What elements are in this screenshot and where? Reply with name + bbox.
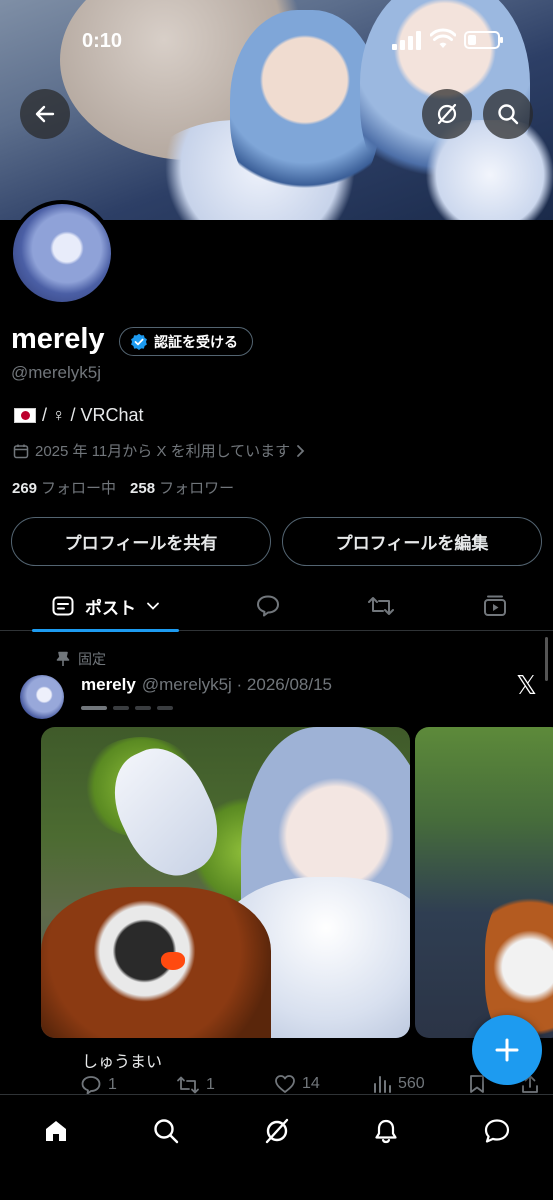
nav-search[interactable] (146, 1111, 186, 1151)
nav-search-icon (154, 1119, 179, 1144)
pinned-label: 固定 (78, 651, 106, 667)
profile-tabs: ポスト (0, 581, 553, 632)
profile-bio: / ♀ / VRChat (14, 405, 144, 426)
post-author-avatar[interactable] (20, 675, 64, 719)
nav-grok-icon (265, 1118, 289, 1144)
search-icon (498, 104, 519, 125)
joined-text: 2025 年 11月から X を利用しています (35, 443, 291, 460)
followers-label: フォロワー (159, 480, 235, 497)
chevron-right-icon (297, 444, 305, 457)
home-icon (46, 1121, 66, 1141)
repost-icon (368, 597, 394, 615)
repost-count: 1 (206, 1076, 215, 1093)
x-logo-icon: 𝕏 (516, 671, 537, 701)
like-count: 14 (302, 1075, 320, 1092)
tab-reposts[interactable] (356, 581, 406, 631)
heart-icon (275, 1075, 295, 1093)
status-bar: 0:10 (0, 0, 553, 80)
battery-icon (464, 31, 503, 49)
tab-media[interactable] (470, 581, 520, 631)
post-media-image-1[interactable] (41, 727, 410, 1038)
media-page-indicator (81, 706, 173, 710)
followers-link[interactable]: 258 フォロワー (130, 477, 234, 498)
following-link[interactable]: 269 フォロー中 (12, 477, 116, 498)
post-header: merely @merelyk5j · 2026/08/15 (81, 675, 332, 695)
profile-name: merely (11, 323, 105, 355)
reply-button[interactable]: 1 (80, 1074, 117, 1096)
edit-profile-button[interactable]: プロフィールを編集 (282, 517, 542, 566)
profile-handle: @merelyk5j (11, 363, 101, 382)
back-button[interactable] (20, 89, 70, 139)
reply-icon (81, 1076, 101, 1095)
grok-button[interactable] (422, 89, 472, 139)
profile-avatar[interactable] (9, 200, 115, 306)
following-label: フォロー中 (41, 480, 117, 497)
repost-button[interactable]: 1 (176, 1074, 215, 1096)
nav-grok[interactable] (257, 1111, 297, 1151)
following-count: 269 (12, 480, 38, 497)
compose-button[interactable] (472, 1015, 542, 1085)
scrollbar[interactable] (545, 637, 548, 681)
tab-posts-label: ポスト (85, 598, 136, 618)
posts-icon (52, 596, 74, 616)
grok-icon (437, 103, 457, 125)
tab-replies[interactable] (243, 581, 293, 631)
japan-flag-icon (14, 408, 36, 423)
cellular-signal-icon (392, 30, 422, 50)
search-button[interactable] (483, 89, 533, 139)
nav-messages[interactable] (477, 1111, 517, 1151)
reply-count: 1 (108, 1076, 117, 1093)
post-author-name[interactable]: merely (81, 675, 136, 695)
calendar-icon (13, 444, 29, 458)
pinned-indicator: 固定 (56, 649, 106, 669)
bio-text: / ♀ / VRChat (42, 405, 144, 425)
share-profile-button[interactable]: プロフィールを共有 (11, 517, 271, 566)
verified-badge-icon (131, 333, 147, 350)
nav-notifications[interactable] (366, 1111, 406, 1151)
tab-posts[interactable]: ポスト (32, 581, 179, 632)
video-media-icon (484, 595, 506, 616)
bell-icon (375, 1119, 397, 1144)
bookmark-icon (470, 1075, 484, 1093)
get-verified-button[interactable]: 認証を受ける (119, 327, 253, 356)
follow-stats: 269 フォロー中 258 フォロワー (12, 477, 234, 498)
post-handle-date: @merelyk5j · 2026/08/15 (141, 675, 333, 694)
plus-icon (495, 1038, 519, 1062)
views-chart-icon (374, 1076, 391, 1093)
get-verified-label: 認証を受ける (154, 333, 238, 350)
bookmark-button[interactable] (468, 1074, 486, 1094)
post-media-image-2[interactable] (415, 727, 553, 1038)
nav-home[interactable] (36, 1111, 76, 1151)
chat-bubble-icon (484, 1119, 510, 1143)
pin-icon (56, 651, 70, 666)
wifi-icon (430, 28, 456, 48)
joined-date[interactable]: 2025 年 11月から X を利用しています (13, 440, 306, 461)
views-count: 560 (398, 1075, 425, 1092)
bottom-navigation (0, 1094, 553, 1200)
views-button[interactable]: 560 (372, 1074, 425, 1094)
post-caption: しゅうまい (82, 1054, 163, 1071)
like-button[interactable]: 14 (274, 1074, 320, 1094)
back-arrow-icon (35, 105, 55, 123)
repost-action-icon (177, 1076, 199, 1094)
chevron-down-icon (147, 602, 159, 610)
status-time: 0:10 (82, 30, 123, 52)
reply-bubble-icon (257, 595, 279, 617)
followers-count: 258 (130, 480, 156, 497)
